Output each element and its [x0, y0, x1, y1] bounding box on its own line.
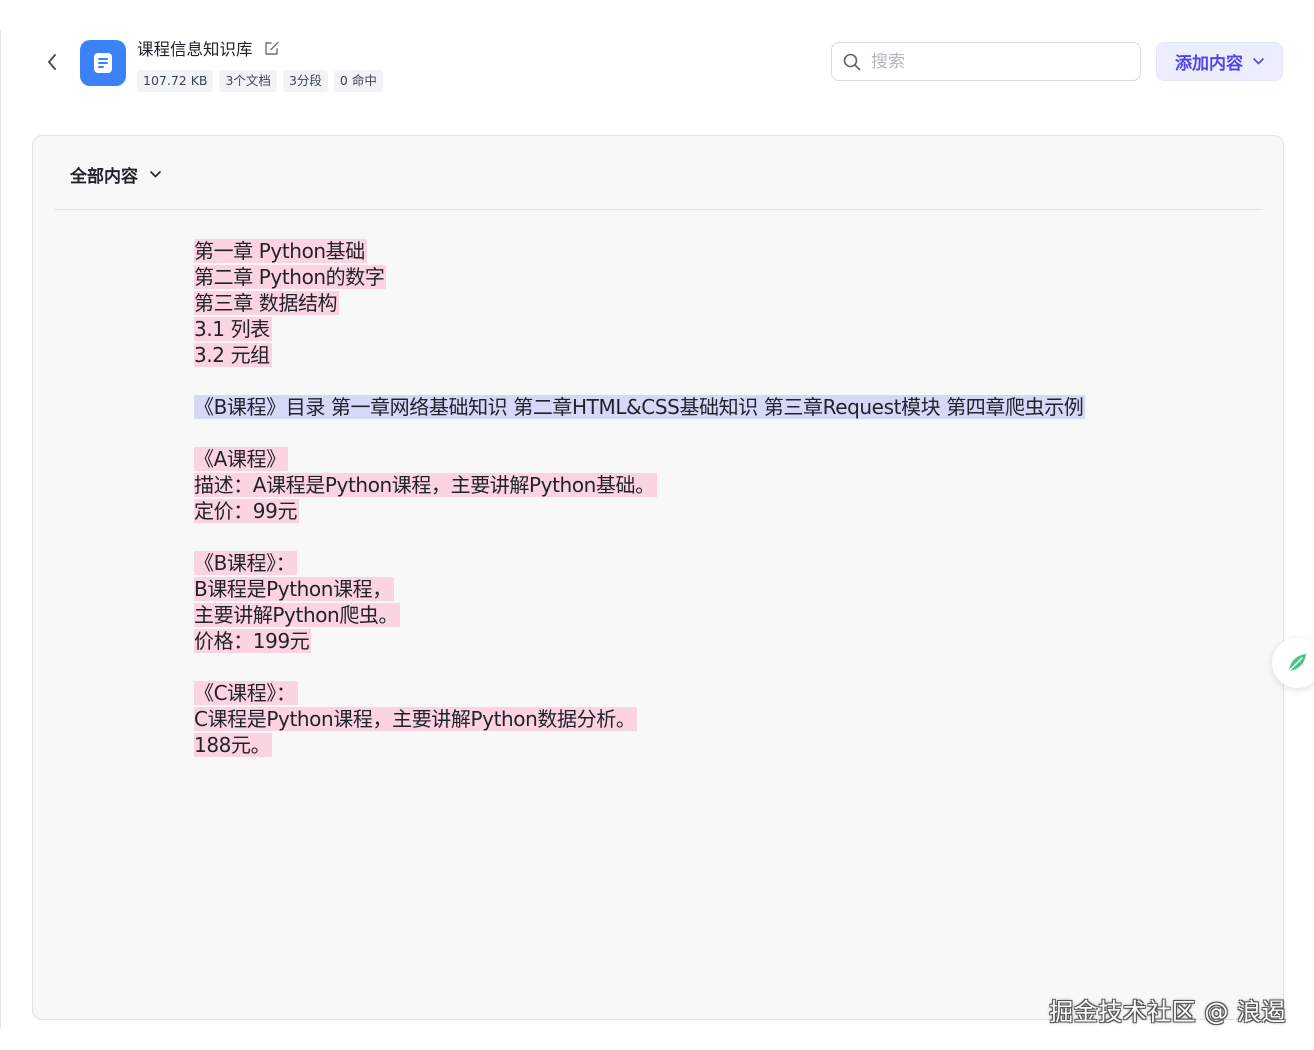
segment-line: 3.2 元组 — [194, 343, 272, 367]
kb-title-row: 课程信息知识库 — [137, 36, 281, 60]
segment-chunk[interactable]: 《A课程》 描述：A课程是Python课程，主要讲解Python基础。 定价：9… — [194, 446, 1124, 524]
segment-chunk[interactable]: 《C课程》： C课程是Python课程，主要讲解Python数据分析。 188元… — [194, 680, 1124, 758]
segment-line: 主要讲解Python爬虫。 — [194, 603, 401, 627]
meta-hit-count: 0 命中 — [333, 70, 383, 92]
segment-line: 第二章 Python的数字 — [194, 265, 387, 289]
segment-line: B课程是Python课程， — [194, 577, 394, 601]
content-panel: 全部内容 第一章 Python基础 第二章 Python的数字 第三章 数据结构… — [32, 135, 1284, 1020]
segment-line: 3.1 列表 — [194, 317, 272, 341]
segment-list: 第一章 Python基础 第二章 Python的数字 第三章 数据结构 3.1 … — [194, 238, 1124, 784]
meta-size: 107.72 KB — [137, 70, 214, 92]
add-content-button[interactable]: 添加内容 — [1156, 42, 1283, 81]
content-filter-dropdown[interactable]: 全部内容 — [70, 162, 161, 187]
segment-line: C课程是Python课程，主要讲解Python数据分析。 — [194, 707, 638, 731]
left-edge-rule — [0, 30, 1, 1028]
meta-segment-count: 3分段 — [282, 70, 328, 92]
segment-line: 第三章 数据结构 — [194, 291, 340, 315]
segment-chunk[interactable]: 第一章 Python基础 第二章 Python的数字 第三章 数据结构 3.1 … — [194, 238, 1124, 368]
segment-chunk[interactable]: 《B课程》： B课程是Python课程， 主要讲解Python爬虫。 价格：19… — [194, 550, 1124, 654]
kb-meta: 107.72 KB 3个文档 3分段 0 命中 — [137, 70, 383, 92]
back-button[interactable] — [40, 50, 64, 74]
chevron-left-icon — [48, 54, 56, 70]
meta-doc-count: 3个文档 — [219, 70, 277, 92]
leaf-icon — [1288, 654, 1306, 672]
segment-line: 《C课程》： — [194, 681, 298, 705]
kb-title: 课程信息知识库 — [137, 40, 253, 59]
watermark: 掘金技术社区 @ 浪遏 — [1049, 998, 1286, 1026]
chevron-down-icon — [150, 170, 161, 177]
panel-divider — [54, 209, 1263, 210]
segment-line: 188元。 — [194, 733, 273, 757]
search-icon — [843, 53, 861, 70]
segment-line: 定价：99元 — [194, 499, 300, 523]
search-input[interactable] — [869, 50, 1113, 73]
knowledge-base-icon — [80, 40, 126, 86]
segment-line: 《B课程》： — [194, 551, 298, 575]
segment-line: 《B课程》目录 第一章网络基础知识 第二章HTML&CSS基础知识 第三章Req… — [194, 395, 1086, 419]
edit-icon — [264, 41, 279, 55]
add-content-label: 添加内容 — [1175, 54, 1243, 74]
edit-title-button[interactable] — [263, 39, 281, 57]
segment-line: 《A课程》 — [194, 447, 288, 471]
assistant-float-button[interactable] — [1272, 638, 1314, 688]
segment-line: 描述：A课程是Python课程，主要讲解Python基础。 — [194, 473, 657, 497]
segment-line: 第一章 Python基础 — [194, 239, 367, 263]
segment-line: 价格：199元 — [194, 629, 312, 653]
search-box[interactable] — [831, 42, 1141, 81]
document-icon — [94, 53, 112, 73]
segment-chunk-selected[interactable]: 《B课程》目录 第一章网络基础知识 第二章HTML&CSS基础知识 第三章Req… — [194, 394, 1124, 420]
content-filter-label: 全部内容 — [70, 166, 138, 187]
chevron-down-icon — [1253, 58, 1264, 65]
